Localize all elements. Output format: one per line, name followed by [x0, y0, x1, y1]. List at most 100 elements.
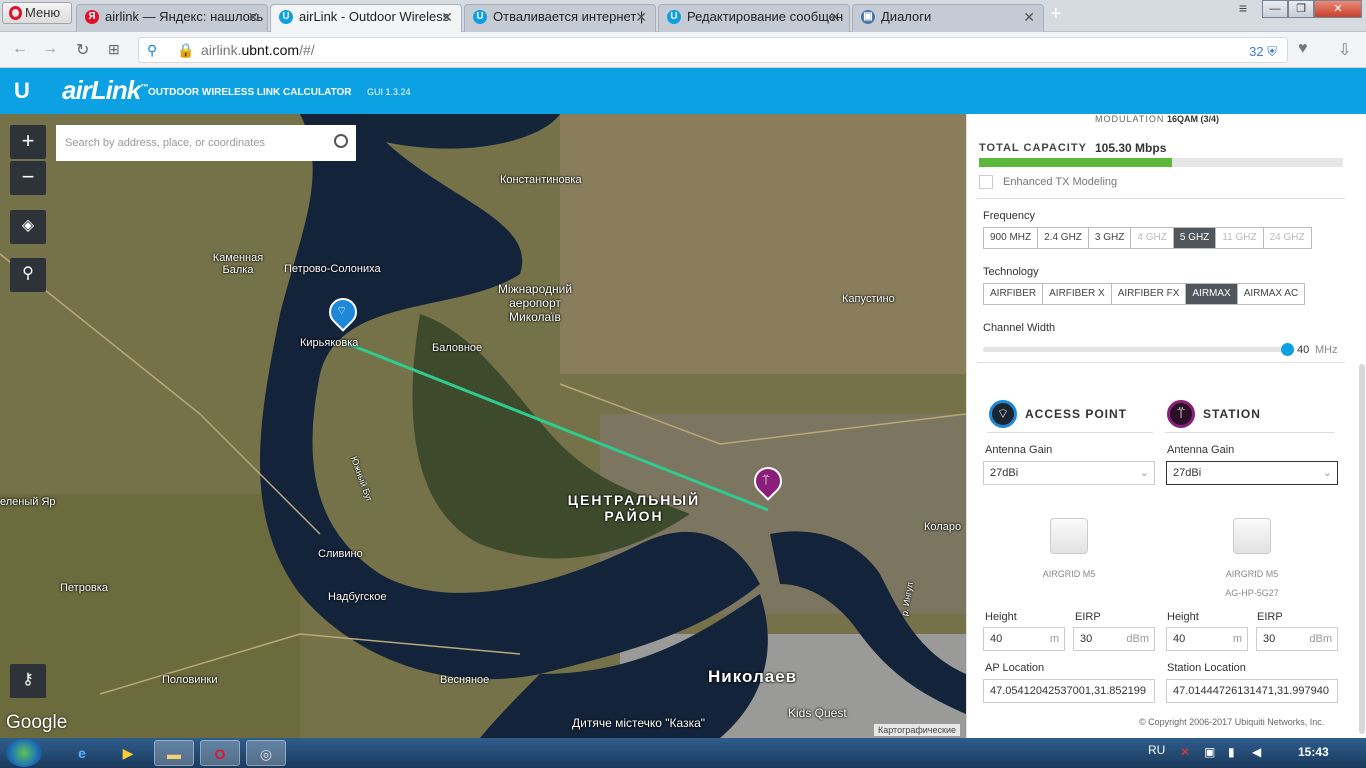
adblock-badge[interactable]: 32 ⛨ [1249, 40, 1277, 64]
ap-antenna-gain-select[interactable]: 27dBi ⌄ [983, 461, 1155, 485]
tab-airlink[interactable]: U airLink - Outdoor Wireless ✕ [270, 4, 462, 33]
technology-option[interactable]: AIRFIBER X [1043, 284, 1112, 304]
explorer-icon[interactable]: ▬ [154, 740, 194, 766]
ap-eirp-value: 30 [1080, 633, 1093, 645]
opera-taskbar-icon[interactable]: O [200, 740, 240, 766]
station-location-label: Station Location [1167, 662, 1246, 674]
start-button[interactable] [6, 739, 42, 767]
frequency-selector: 900 MHZ 2.4 GHZ 3 GHZ 4 GHZ 5 GHZ 11 GHZ 24 GH… [983, 227, 1312, 249]
search-placeholder: Search by address, place, or coordinates [65, 137, 265, 149]
ap-device-name: AIRGRID M5 [1042, 569, 1096, 579]
enhanced-tx-checkbox[interactable] [979, 175, 993, 189]
ap-height-input[interactable]: 40 m [983, 627, 1065, 651]
ap-location-input[interactable]: 47.05412042537001,31.852199 [983, 679, 1155, 703]
close-tab-icon[interactable]: ✕ [247, 5, 259, 29]
reload-icon[interactable]: ↻ [76, 40, 89, 60]
ap-eirp-input[interactable]: 30 dBm [1073, 627, 1155, 651]
close-tab-icon[interactable]: ✕ [635, 5, 647, 29]
speed-dial-icon[interactable]: ⊞ [108, 41, 120, 58]
heart-icon[interactable]: ♥ [1298, 40, 1308, 58]
station-device-name: AIRGRID M5 [1225, 569, 1279, 579]
tab-forum-1[interactable]: U Отваливается интернет | ✕ [464, 4, 656, 32]
channel-width-handle[interactable] [1281, 343, 1294, 356]
close-window-icon[interactable]: ✕ [1314, 0, 1362, 18]
station-eirp-value: 30 [1263, 633, 1276, 645]
new-tab-icon[interactable]: + [1050, 3, 1062, 26]
frequency-option[interactable]: 3 GHZ [1089, 228, 1132, 248]
location-pin-icon: ⚲ [147, 42, 158, 58]
channel-width-slider[interactable] [983, 343, 1294, 356]
url-host: airlink. [201, 42, 242, 58]
station-height-label: Height [1167, 611, 1199, 623]
modulation-value: 16QAM (3/4) [1167, 114, 1220, 124]
map-copyright[interactable]: Картографические [874, 724, 960, 736]
ie-icon[interactable]: e [62, 740, 102, 766]
forward-icon[interactable]: → [42, 40, 58, 58]
frequency-option[interactable]: 4 GHZ [1131, 228, 1174, 248]
layers-icon[interactable]: ◈ [10, 210, 46, 244]
media-player-icon[interactable]: ▶ [108, 740, 148, 766]
zoom-out-button[interactable]: − [10, 161, 46, 195]
station-height-input[interactable]: 40 m [1166, 627, 1248, 651]
address-bar: ← → ↻ ⊞ ⚲ 🔒 airlink.ubnt.com/#/ 32 ⛨ ♥ ⇩ [0, 32, 1366, 68]
zoom-in-button[interactable]: + [10, 125, 46, 159]
satellite-map[interactable]: Search by address, place, or coordinates… [0, 114, 966, 738]
network-icon[interactable]: ✕ [1180, 745, 1190, 759]
close-tab-icon[interactable]: ✕ [1023, 5, 1035, 29]
divider [977, 362, 1345, 363]
search-icon[interactable] [334, 134, 348, 148]
frequency-option[interactable]: 900 MHZ [984, 228, 1039, 248]
ap-eirp-label: EIRP [1075, 611, 1101, 623]
locations-icon[interactable]: ⚲ [10, 258, 46, 292]
tab-yandex[interactable]: Я airlink — Яндекс: нашлось ✕ [76, 4, 268, 32]
modulation-label: MODULATION [1095, 114, 1165, 124]
station-antenna-gain-select[interactable]: 27dBi ⌄ [1166, 461, 1338, 485]
technology-option[interactable]: AIRMAX [1186, 284, 1238, 304]
station-eirp-input[interactable]: 30 dBm [1256, 627, 1338, 651]
download-icon[interactable]: ⇩ [1338, 40, 1351, 60]
frequency-option[interactable]: 5 GHZ [1173, 228, 1217, 248]
ubiquiti-logo[interactable]: U [14, 78, 30, 104]
station-icon: ⍡ [762, 473, 770, 488]
close-tab-icon[interactable]: ✕ [829, 5, 841, 29]
frequency-option[interactable]: 2.4 GHZ [1038, 228, 1089, 248]
url-field[interactable]: ⚲ 🔒 airlink.ubnt.com/#/ 32 ⛨ [138, 37, 1288, 63]
technology-option[interactable]: AIRMAX AC [1238, 284, 1304, 304]
minimize-icon[interactable]: — [1262, 0, 1288, 18]
frequency-option[interactable]: 24 GHZ [1264, 228, 1311, 248]
copyright: © Copyright 2006-2017 Ubiquiti Networks,… [1139, 717, 1325, 727]
tray-icon[interactable]: ▣ [1204, 745, 1215, 759]
capacity-bar-fill [979, 158, 1172, 167]
map-label: Николаев [708, 667, 798, 686]
chevron-down-icon: ⌄ [1139, 467, 1149, 479]
station-location-input[interactable]: 47.01444726131471,31.997940 [1166, 679, 1338, 703]
ap-height-value: 40 [990, 633, 1003, 645]
technology-option[interactable]: AIRFIBER FX [1112, 284, 1187, 304]
ap-location-label: AP Location [985, 662, 1045, 674]
technology-option[interactable]: AIRFIBER [984, 284, 1044, 304]
station-antenna-gain-value: 27dBi [1173, 467, 1202, 479]
menu-label: Меню [25, 5, 61, 20]
channel-width-fill [983, 347, 1287, 352]
airlink-logo[interactable]: airLink™ [62, 75, 148, 106]
frequency-option[interactable]: 11 GHZ [1216, 228, 1264, 248]
language-indicator[interactable]: RU [1148, 743, 1165, 757]
opera-menu-button[interactable]: Меню [2, 2, 72, 24]
volume-icon[interactable]: ◀ [1252, 745, 1261, 759]
tab-title: airlink — Яндекс: нашлось [105, 9, 264, 24]
clock[interactable]: 15:43 [1298, 745, 1329, 759]
capacity-bar [979, 158, 1343, 167]
tab-menu-icon[interactable]: ≡ [1230, 0, 1256, 18]
tab-forum-2[interactable]: U Редактирование сообщен ✕ [658, 4, 850, 32]
key-icon[interactable]: ⚷ [10, 664, 46, 698]
map-search-input[interactable]: Search by address, place, or coordinates [56, 125, 356, 161]
app-taskbar-icon[interactable]: ◎ [246, 740, 286, 766]
technology-selector: AIRFIBER AIRFIBER X AIRFIBER FX AIRMAX AIRMA… [983, 283, 1306, 305]
back-icon[interactable]: ← [12, 40, 28, 58]
station-header-icon: ⍡ [1167, 400, 1195, 428]
panel-scrollbar[interactable] [1359, 364, 1365, 734]
tab-dialogs[interactable]: ▣ Диалоги ✕ [852, 4, 1044, 32]
close-tab-icon[interactable]: ✕ [441, 5, 453, 29]
maximize-icon[interactable]: ❐ [1288, 0, 1314, 18]
signal-icon[interactable]: ▮ [1228, 745, 1235, 759]
